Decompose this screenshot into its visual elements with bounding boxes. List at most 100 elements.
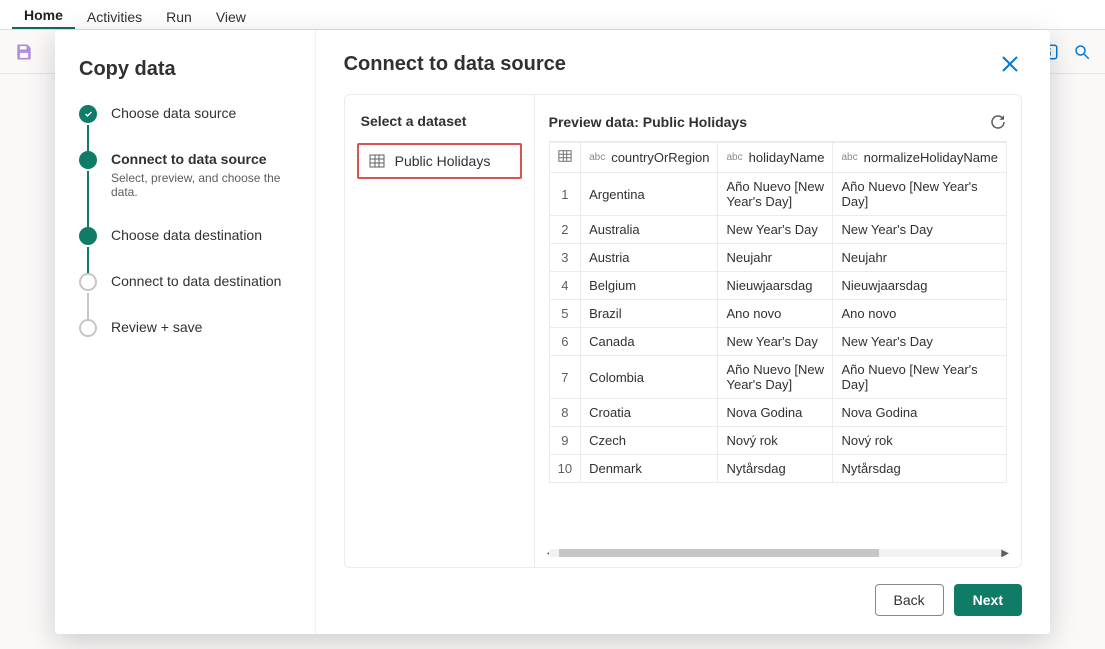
content-card: Select a dataset Public Holidays Preview… bbox=[344, 94, 1022, 568]
preview-column: Preview data: Public Holidays abccountry… bbox=[535, 95, 1021, 567]
preview-table: abccountryOrRegion abcholidayName abcnor… bbox=[549, 142, 1007, 483]
table-icon bbox=[369, 153, 385, 169]
cell: Belgium bbox=[581, 272, 718, 300]
cell: Canada bbox=[581, 328, 718, 356]
refresh-icon[interactable] bbox=[989, 113, 1007, 131]
cell: Año Nuevo [New Year's Day] bbox=[718, 173, 833, 216]
cell: Año Nuevo [New Year's Day] bbox=[718, 356, 833, 399]
dataset-column: Select a dataset Public Holidays bbox=[345, 95, 535, 567]
step-review-save[interactable]: Review + save bbox=[79, 319, 291, 337]
row-number: 10 bbox=[549, 455, 580, 483]
horizontal-scrollbar[interactable]: ◀ ▶ bbox=[549, 549, 1007, 559]
cell: Denmark bbox=[581, 455, 718, 483]
cell: Nytårsdag bbox=[833, 455, 1007, 483]
check-icon bbox=[83, 109, 94, 120]
dataset-section-title: Select a dataset bbox=[357, 113, 522, 129]
cell: Año Nuevo [New Year's Day] bbox=[833, 356, 1007, 399]
preview-title: Preview data: Public Holidays bbox=[549, 114, 747, 130]
close-icon[interactable] bbox=[998, 52, 1022, 76]
table-row[interactable]: 3AustriaNeujahrNeujahr bbox=[549, 244, 1006, 272]
cell: Nova Godina bbox=[833, 399, 1007, 427]
cell: Año Nuevo [New Year's Day] bbox=[833, 173, 1007, 216]
cell: Nový rok bbox=[833, 427, 1007, 455]
grid-icon bbox=[558, 149, 572, 163]
table-row[interactable]: 1ArgentinaAño Nuevo [New Year's Day]Año … bbox=[549, 173, 1006, 216]
col-type: abc bbox=[841, 152, 857, 163]
cell: Austria bbox=[581, 244, 718, 272]
save-icon[interactable] bbox=[14, 42, 34, 62]
dataset-item-label: Public Holidays bbox=[395, 153, 491, 169]
ribbon: Home Activities Run View bbox=[0, 0, 1105, 30]
cell: Colombia bbox=[581, 356, 718, 399]
cell: Nieuwjaarsdag bbox=[833, 272, 1007, 300]
preview-table-wrap[interactable]: abccountryOrRegion abcholidayName abcnor… bbox=[549, 141, 1007, 547]
rownum-header bbox=[549, 143, 580, 173]
wizard-title: Copy data bbox=[79, 58, 291, 81]
cell: Nový rok bbox=[718, 427, 833, 455]
cell: Australia bbox=[581, 216, 718, 244]
step-connect-source[interactable]: Connect to data source Select, preview, … bbox=[79, 151, 291, 227]
row-number: 7 bbox=[549, 356, 580, 399]
cell: Nieuwjaarsdag bbox=[718, 272, 833, 300]
cell: Neujahr bbox=[833, 244, 1007, 272]
cell: Nytårsdag bbox=[718, 455, 833, 483]
dataset-item-public-holidays[interactable]: Public Holidays bbox=[357, 143, 522, 179]
table-row[interactable]: 2AustraliaNew Year's DayNew Year's Day bbox=[549, 216, 1006, 244]
table-row[interactable]: 7ColombiaAño Nuevo [New Year's Day]Año N… bbox=[549, 356, 1006, 399]
col-header[interactable]: abccountryOrRegion bbox=[581, 143, 718, 173]
col-type: abc bbox=[726, 152, 742, 163]
col-header[interactable]: abc normalizeHolidayName bbox=[833, 143, 1007, 173]
cell: Nova Godina bbox=[718, 399, 833, 427]
step-label: Connect to data destination bbox=[111, 273, 281, 289]
content-panel: Connect to data source Select a dataset … bbox=[316, 30, 1050, 634]
col-name: normalizeHolidayName bbox=[864, 150, 998, 165]
row-number: 8 bbox=[549, 399, 580, 427]
cell: New Year's Day bbox=[833, 216, 1007, 244]
row-number: 4 bbox=[549, 272, 580, 300]
ribbon-tab-run[interactable]: Run bbox=[154, 5, 204, 29]
table-row[interactable]: 6CanadaNew Year's DayNew Year's Day bbox=[549, 328, 1006, 356]
table-row[interactable]: 5BrazilAno novoAno novo bbox=[549, 300, 1006, 328]
table-row[interactable]: 9CzechNový rokNový rok bbox=[549, 427, 1006, 455]
wizard-steps-panel: Copy data Choose data source Connect to … bbox=[55, 30, 316, 634]
cell: Brazil bbox=[581, 300, 718, 328]
step-label: Choose data source bbox=[111, 105, 236, 121]
cell: New Year's Day bbox=[718, 216, 833, 244]
step-choose-destination[interactable]: Choose data destination bbox=[79, 227, 291, 273]
cell: New Year's Day bbox=[718, 328, 833, 356]
table-row[interactable]: 10DenmarkNytårsdagNytårsdag bbox=[549, 455, 1006, 483]
ribbon-tab-activities[interactable]: Activities bbox=[75, 5, 154, 29]
cell: New Year's Day bbox=[833, 328, 1007, 356]
row-number: 9 bbox=[549, 427, 580, 455]
row-number: 1 bbox=[549, 173, 580, 216]
step-sublabel: Select, preview, and choose the data. bbox=[111, 171, 291, 199]
col-header[interactable]: abc holidayName bbox=[718, 143, 833, 173]
ribbon-tab-home[interactable]: Home bbox=[12, 3, 75, 29]
cell: Ano novo bbox=[718, 300, 833, 328]
row-number: 2 bbox=[549, 216, 580, 244]
cell: Argentina bbox=[581, 173, 718, 216]
step-choose-source[interactable]: Choose data source bbox=[79, 105, 291, 151]
row-number: 3 bbox=[549, 244, 580, 272]
ribbon-tab-view[interactable]: View bbox=[204, 5, 258, 29]
step-label: Connect to data source bbox=[111, 151, 291, 167]
col-type: abc bbox=[589, 152, 605, 163]
back-button[interactable]: Back bbox=[875, 584, 944, 616]
cell: Ano novo bbox=[833, 300, 1007, 328]
row-number: 5 bbox=[549, 300, 580, 328]
copy-data-modal: Copy data Choose data source Connect to … bbox=[55, 30, 1050, 634]
search-icon[interactable] bbox=[1073, 43, 1091, 61]
page-title: Connect to data source bbox=[344, 53, 566, 76]
table-row[interactable]: 4BelgiumNieuwjaarsdagNieuwjaarsdag bbox=[549, 272, 1006, 300]
next-button[interactable]: Next bbox=[954, 584, 1022, 616]
step-label: Choose data destination bbox=[111, 227, 262, 243]
table-row[interactable]: 8CroatiaNova GodinaNova Godina bbox=[549, 399, 1006, 427]
scroll-right-icon[interactable]: ▶ bbox=[1001, 548, 1009, 559]
row-number: 6 bbox=[549, 328, 580, 356]
col-name: holidayName bbox=[749, 150, 825, 165]
step-list: Choose data source Connect to data sourc… bbox=[79, 105, 291, 337]
cell: Croatia bbox=[581, 399, 718, 427]
step-connect-destination[interactable]: Connect to data destination bbox=[79, 273, 291, 319]
cell: Czech bbox=[581, 427, 718, 455]
footer-buttons: Back Next bbox=[344, 584, 1022, 616]
